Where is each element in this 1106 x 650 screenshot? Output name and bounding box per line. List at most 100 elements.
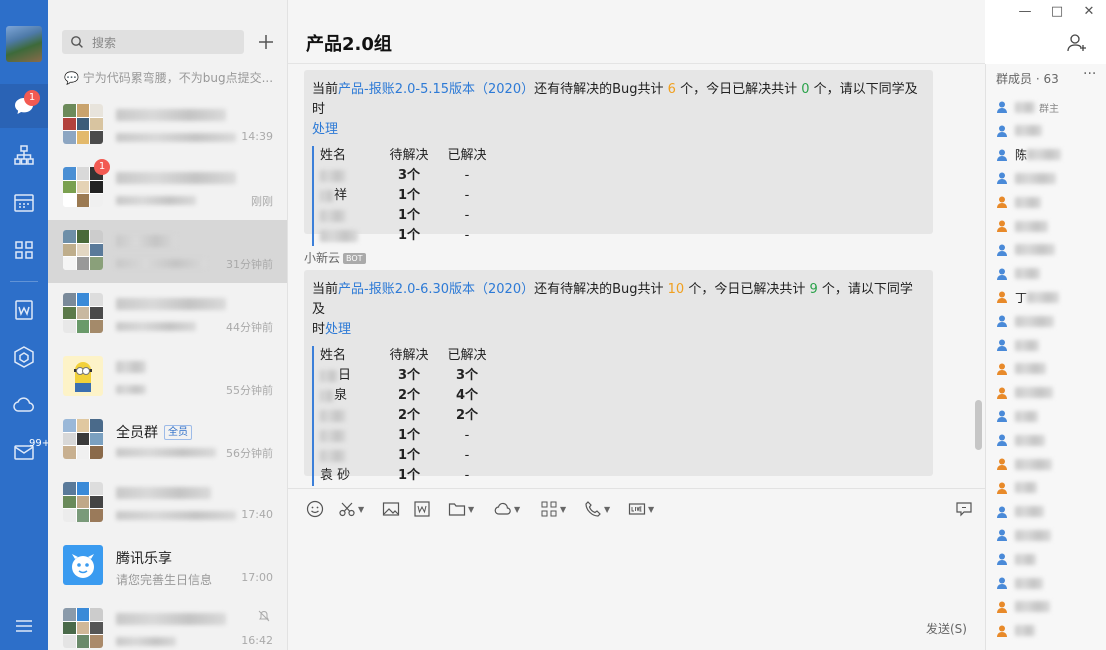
nav-divider: [10, 281, 38, 282]
bug-table: 姓名 待解决 已解决 3个 - 祥 1个 - 1个 - 1个 -: [312, 146, 925, 246]
user-icon: [997, 601, 1007, 613]
member-item[interactable]: [996, 217, 1104, 235]
owner-tag: 群主: [1039, 103, 1059, 115]
member-item[interactable]: [996, 360, 1104, 378]
conversation-name: 腾讯乐享: [116, 551, 172, 567]
more-icon[interactable]: ···: [1083, 66, 1096, 82]
cloud-button[interactable]: ▼: [494, 499, 520, 519]
image-button[interactable]: [382, 499, 400, 519]
conversation-time: 56分钟前: [226, 447, 273, 460]
live-button[interactable]: ▼: [628, 499, 654, 519]
search-input[interactable]: 搜索: [62, 30, 244, 54]
member-item[interactable]: [996, 479, 1104, 497]
version-link[interactable]: 产品-报账2.0-6.30版本（2020）: [338, 282, 534, 297]
member-item[interactable]: 丁: [996, 288, 1104, 306]
member-item[interactable]: [996, 193, 1104, 211]
version-link[interactable]: 产品-报账2.0-5.15版本（2020）: [338, 82, 534, 97]
phone-icon: [585, 501, 601, 517]
conversation-list: 搜索 💬 宁为代码累弯腰，不为bug点提交... 14:39 1 刚刚 31分钟…: [48, 0, 288, 650]
document-icon[interactable]: [12, 298, 36, 322]
screenshot-button[interactable]: ▼: [338, 499, 364, 519]
group-avatar: [63, 230, 103, 270]
search-icon: [71, 36, 83, 48]
minion-avatar: [63, 356, 103, 396]
list-item-selected[interactable]: 31分钟前: [48, 220, 287, 283]
workbench-icon[interactable]: [12, 345, 36, 369]
status-quote[interactable]: 💬 宁为代码累弯腰，不为bug点提交...: [64, 69, 278, 86]
handle-link[interactable]: 处理: [312, 122, 338, 137]
member-item[interactable]: 陈: [996, 146, 1104, 164]
close-icon[interactable]: ✕: [1081, 4, 1097, 20]
list-item[interactable]: 16:42: [48, 598, 287, 650]
doc-button[interactable]: [413, 499, 431, 519]
chevron-down-icon: ▼: [648, 504, 655, 514]
member-item[interactable]: [996, 336, 1104, 354]
member-item[interactable]: [996, 526, 1104, 544]
handle-link[interactable]: 处理: [325, 322, 351, 337]
member-item[interactable]: [996, 122, 1104, 140]
member-item[interactable]: [996, 384, 1104, 402]
member-item[interactable]: [996, 598, 1104, 616]
user-icon: [997, 339, 1007, 351]
message-area[interactable]: 当前产品-报账2.0-5.15版本（2020）还有待解决的Bug共计 6 个，今…: [288, 64, 985, 488]
member-item[interactable]: [996, 241, 1104, 259]
emoji-button[interactable]: [306, 499, 324, 519]
page-title: 产品2.0组: [306, 34, 392, 55]
add-member-icon[interactable]: [1066, 32, 1088, 54]
list-item[interactable]: 全员群 全员 56分钟前: [48, 409, 287, 472]
member-item[interactable]: [996, 550, 1104, 568]
apps-grid-icon[interactable]: [12, 238, 36, 262]
send-button[interactable]: 发送(S): [926, 620, 967, 637]
message-history-icon: [956, 502, 972, 517]
member-item[interactable]: [996, 312, 1104, 330]
conversation-preview: [116, 634, 176, 648]
conversation-time: 44分钟前: [226, 321, 273, 334]
list-item[interactable]: 14:39: [48, 94, 287, 157]
apps-button[interactable]: ▼: [540, 499, 566, 519]
calendar-icon[interactable]: [12, 191, 36, 215]
chat-record-button[interactable]: [955, 499, 973, 519]
create-button[interactable]: [254, 30, 278, 54]
member-item[interactable]: [996, 455, 1104, 473]
group-avatar: [63, 293, 103, 333]
user-icon: [997, 458, 1007, 470]
conversation-time: 55分钟前: [226, 384, 273, 397]
chevron-down-icon: ▼: [604, 504, 611, 514]
chat-unread-badge: 1: [24, 90, 40, 106]
emoji-icon: [306, 500, 324, 518]
minimize-icon[interactable]: —: [1017, 4, 1033, 20]
left-nav: 1 99+: [0, 0, 50, 650]
member-item[interactable]: [996, 622, 1104, 640]
menu-icon[interactable]: [12, 614, 36, 638]
list-item[interactable]: 55分钟前: [48, 346, 287, 409]
member-item[interactable]: [996, 407, 1104, 425]
user-icon: [997, 196, 1007, 209]
member-item[interactable]: [996, 265, 1104, 283]
group-avatar: [63, 104, 103, 144]
user-icon: [997, 506, 1007, 518]
conversation-preview: [116, 508, 236, 522]
member-item[interactable]: 群主: [996, 98, 1104, 116]
maximize-icon[interactable]: □: [1049, 4, 1065, 20]
scissors-icon: [339, 502, 355, 517]
input-toolbar: ▼ ▼ ▼ ▼ ▼ ▼: [288, 488, 985, 528]
member-item[interactable]: [996, 574, 1104, 592]
list-item[interactable]: 17:40: [48, 472, 287, 535]
list-item[interactable]: 1 刚刚: [48, 157, 287, 220]
list-item[interactable]: 44分钟前: [48, 283, 287, 346]
lexiang-avatar: [63, 545, 103, 585]
call-button[interactable]: ▼: [584, 499, 610, 519]
member-item[interactable]: [996, 169, 1104, 187]
group-avatar: [63, 608, 103, 648]
avatar[interactable]: [6, 26, 42, 62]
scrollbar[interactable]: [975, 400, 982, 450]
bug-report-message: 当前产品-报账2.0-5.15版本（2020）还有待解决的Bug共计 6 个，今…: [304, 70, 933, 246]
member-item[interactable]: [996, 431, 1104, 449]
cloud-drive-icon[interactable]: [12, 393, 36, 417]
folder-button[interactable]: ▼: [448, 499, 474, 519]
user-icon: [997, 172, 1007, 185]
list-item[interactable]: 腾讯乐享 请您完善生日信息 17:00: [48, 535, 287, 598]
org-chart-icon[interactable]: [12, 143, 36, 167]
member-item[interactable]: [996, 503, 1104, 521]
user-icon: [997, 220, 1007, 232]
